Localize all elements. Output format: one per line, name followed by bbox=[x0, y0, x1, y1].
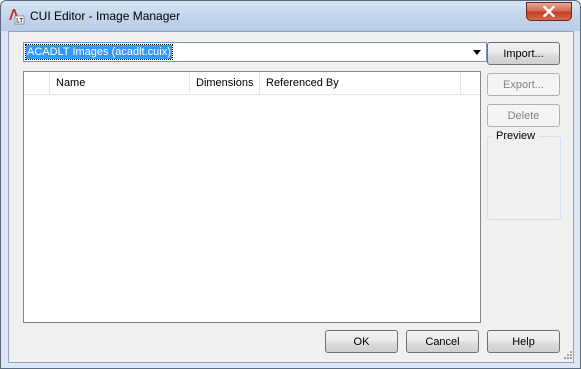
list-header-blank[interactable] bbox=[24, 72, 50, 95]
svg-text:LT: LT bbox=[16, 19, 23, 25]
preview-label: Preview bbox=[493, 130, 539, 142]
list-header-filler bbox=[461, 72, 480, 95]
preview-box bbox=[487, 136, 561, 220]
autocad-lt-icon: LT bbox=[8, 7, 25, 25]
column-header-name[interactable]: Name bbox=[50, 72, 190, 95]
image-manager-window: LT CUI Editor - Image Manager ACADLT Ima… bbox=[0, 0, 581, 369]
title-bar[interactable]: LT CUI Editor - Image Manager bbox=[1, 1, 580, 31]
close-icon bbox=[543, 6, 555, 17]
close-button[interactable] bbox=[526, 2, 572, 21]
cancel-button[interactable]: Cancel bbox=[406, 330, 479, 353]
window-title: CUI Editor - Image Manager bbox=[30, 9, 181, 23]
image-list[interactable]: Name Dimensions Referenced By bbox=[23, 71, 481, 323]
resize-grip-icon[interactable] bbox=[561, 350, 573, 362]
ok-button[interactable]: OK bbox=[325, 330, 398, 353]
delete-button[interactable]: Delete bbox=[487, 104, 560, 127]
dialog-client-area: ACADLT Images (acadlt.cuix) Name Dimensi… bbox=[8, 31, 574, 363]
help-button[interactable]: Help bbox=[487, 330, 560, 353]
column-header-dimensions[interactable]: Dimensions bbox=[190, 72, 260, 95]
image-source-dropdown[interactable]: ACADLT Images (acadlt.cuix) bbox=[23, 42, 487, 62]
selected-source[interactable]: ACADLT Images (acadlt.cuix) bbox=[25, 44, 173, 60]
column-header-referenced-by[interactable]: Referenced By bbox=[260, 72, 461, 95]
export-button[interactable]: Export... bbox=[487, 73, 560, 96]
dropdown-arrow-icon[interactable] bbox=[470, 44, 484, 60]
list-header: Name Dimensions Referenced By bbox=[24, 72, 480, 95]
import-button[interactable]: Import... bbox=[487, 42, 560, 65]
